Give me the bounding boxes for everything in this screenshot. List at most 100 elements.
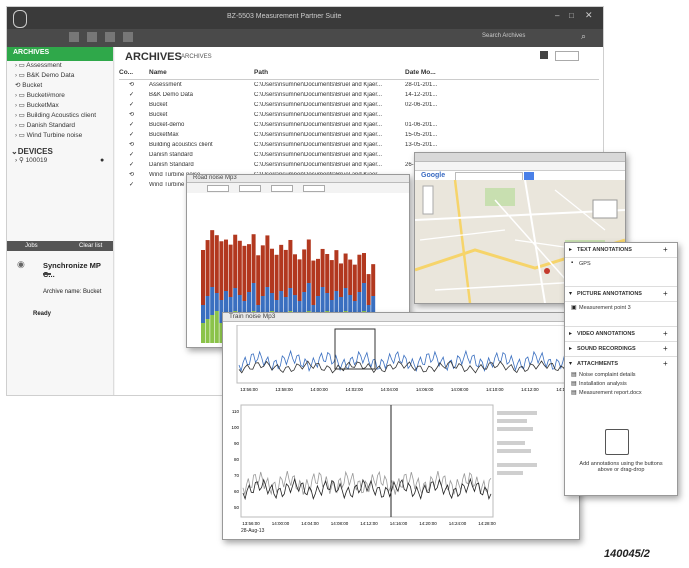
breadcrumb[interactable]: ARCHIVES (181, 54, 212, 60)
sync-check-icon: ⟲ (129, 172, 135, 178)
collapse-arrow-icon[interactable]: ⌄ (11, 147, 18, 156)
picture-annotations-header[interactable]: ▾ PICTURE ANNOTATIONS + (565, 286, 677, 302)
map-search-button[interactable] (524, 172, 534, 180)
column-header-name[interactable]: Name (149, 69, 167, 76)
gps-item[interactable]: ▪ GPS (565, 258, 677, 270)
control-dropdown-3[interactable] (271, 185, 293, 192)
row-name: Bucket (149, 102, 168, 108)
bar-segment (251, 283, 256, 311)
sidebar-item-bucket[interactable]: ⟲ Bucket (7, 81, 113, 91)
table-row[interactable]: ✓ Bucket C:\Users\nsumner\Documents\Bruel … (119, 101, 599, 111)
search-icon[interactable]: ⌕ (581, 31, 586, 42)
attachment-label: Measurement report.docx (579, 390, 642, 396)
picture-icon: ▣ (571, 305, 577, 311)
expand-arrow-icon[interactable]: ▸ (569, 345, 572, 352)
bar-segment (293, 254, 297, 295)
clear-list-button[interactable]: Clear list (79, 243, 102, 249)
row-path: C:\Users\nsumner\Documents\Bruel and Kja… (254, 122, 383, 128)
table-row[interactable]: ⟲ Assessment C:\Users\nsumner\Documents\Br… (119, 81, 599, 91)
street-view-thumbnail[interactable] (592, 199, 618, 219)
google-logo: Google (421, 172, 446, 179)
table-row[interactable]: ⟲ Building acoustics client C:\Users\nsumn… (119, 141, 599, 151)
add-icon[interactable]: + (663, 344, 668, 353)
toolbar-button-2[interactable] (87, 32, 97, 42)
attachment-item[interactable]: ▤ Installation analysis (565, 380, 677, 389)
sidebar-item-assessment[interactable]: › ▭ Assessment (7, 61, 113, 71)
expand-arrow-icon[interactable]: ▾ (569, 360, 572, 367)
sidebar-item-bk-demo-data[interactable]: › ▭ B&K Demo Data (7, 71, 113, 81)
sidebar-item-label: Bucket (22, 82, 43, 89)
map-zoom-control[interactable] (422, 185, 434, 215)
sidebar-item-danish-standard[interactable]: › ▭ Danish Standard (7, 121, 113, 131)
picture-item-label: Measurement point 3 (579, 305, 631, 311)
attachment-item[interactable]: ▤ Noise complaint details (565, 371, 677, 380)
text-annotations-header[interactable]: ▸ TEXT ANNOTATIONS + (565, 243, 677, 258)
picture-item[interactable]: ▣ Measurement point 3 (565, 302, 677, 314)
row-path: C:\Users\nsumner\Documents\Bruel and Kja… (254, 142, 383, 148)
cursor-value-line (497, 463, 537, 467)
archive-icon: ▭ (18, 72, 27, 79)
add-icon[interactable]: + (663, 289, 668, 298)
sidebar-item-wind-turbine[interactable]: › ▭ Wind Turbine noise (7, 131, 113, 141)
jobs-title: Jobs (25, 243, 38, 249)
sound-recordings-header[interactable]: ▸ SOUND RECORDINGS + (565, 341, 677, 356)
attachments-header[interactable]: ▾ ATTACHMENTS + (565, 356, 677, 371)
cursor-value-line (497, 427, 533, 431)
map-pin-icon[interactable] (544, 268, 550, 274)
bar-segment (251, 234, 256, 283)
row-path: C:\Users\nsumner\Documents\Bruel and Kja… (254, 162, 383, 168)
row-path: C:\Users\nsumner\Documents\Bruel and Kja… (254, 102, 383, 108)
column-header-path[interactable]: Path (254, 69, 268, 76)
bar-segment (233, 234, 238, 288)
archives-section-header[interactable]: ARCHIVES (7, 47, 113, 61)
text-annotations-label: TEXT ANNOTATIONS (577, 247, 632, 253)
bar-segment (288, 288, 293, 311)
time-tick-label: 14:02:00 (346, 387, 364, 392)
sidebar-item-bucketmax[interactable]: › ▭ BucketMax (7, 101, 113, 111)
add-icon[interactable]: + (663, 245, 668, 254)
table-row[interactable]: ✓ Bucket-demo C:\Users\nsumner\Documents\B… (119, 121, 599, 131)
row-date: 15-05-201... (405, 132, 438, 138)
attachment-item[interactable]: ▤ Measurement report.docx (565, 389, 677, 398)
expand-arrow-icon[interactable]: ▸ (569, 330, 572, 337)
sidebar-item-bucket-more[interactable]: › ▭ Bucket#more (7, 91, 113, 101)
road-noise-title-bar: Road noise Mp3 (187, 175, 409, 183)
info-icon[interactable]: ● (100, 156, 104, 166)
column-header-co[interactable]: Co... (119, 69, 133, 76)
view-toggle-icon[interactable] (540, 51, 548, 59)
bar-segment (242, 245, 247, 301)
attachment-label: Noise complaint details (579, 372, 636, 378)
toolbar-button-4[interactable] (123, 32, 133, 42)
sidebar-item-building-acoustics[interactable]: › ▭ Building Acoustics client (7, 111, 113, 121)
drop-target-icon[interactable] (605, 429, 629, 455)
control-dropdown-4[interactable] (303, 185, 325, 192)
devices-label: DEVICES (17, 147, 53, 156)
page-title: ARCHIVES (125, 51, 182, 63)
control-dropdown-2[interactable] (239, 185, 261, 192)
column-header-date[interactable]: Date Mo... (405, 69, 436, 76)
maximize-icon[interactable]: □ (569, 11, 574, 20)
table-row[interactable]: ✓ BucketMax C:\Users\nsumner\Documents\Bru… (119, 131, 599, 141)
video-annotations-header[interactable]: ▸ VIDEO ANNOTATIONS + (565, 326, 677, 341)
table-header: Co... Name Path Date Mo... (119, 69, 599, 80)
bar-segment (237, 240, 242, 295)
bar-segment (329, 260, 334, 300)
close-icon[interactable]: ✕ (585, 10, 593, 21)
grid-view-icon[interactable] (555, 51, 579, 61)
expand-arrow-icon[interactable]: ▸ (569, 246, 572, 253)
toolbar-button-1[interactable] (69, 32, 79, 42)
browser-address-bar[interactable] (415, 162, 625, 171)
devices-section-header[interactable]: ⌄DEVICES (7, 147, 113, 156)
add-icon[interactable]: + (663, 329, 668, 338)
add-icon[interactable]: + (663, 359, 668, 368)
row-date: 28-01-201... (405, 82, 438, 88)
annotations-panel: ▸ TEXT ANNOTATIONS + ▪ GPS ▾ PICTURE ANN… (564, 242, 678, 496)
device-item[interactable]: › ⚲ 100019 ● (7, 156, 113, 166)
table-row[interactable]: ⟲ Bucket C:\Users\nsumner\Documents\Bruel … (119, 111, 599, 121)
control-dropdown-1[interactable] (207, 185, 229, 192)
job-progress (43, 273, 51, 275)
table-row[interactable]: ✓ B&K Demo Data C:\Users\nsumner\Documents… (119, 91, 599, 101)
expand-arrow-icon[interactable]: ▾ (569, 290, 572, 297)
minimize-icon[interactable]: – (555, 11, 559, 20)
toolbar-button-3[interactable] (105, 32, 115, 42)
